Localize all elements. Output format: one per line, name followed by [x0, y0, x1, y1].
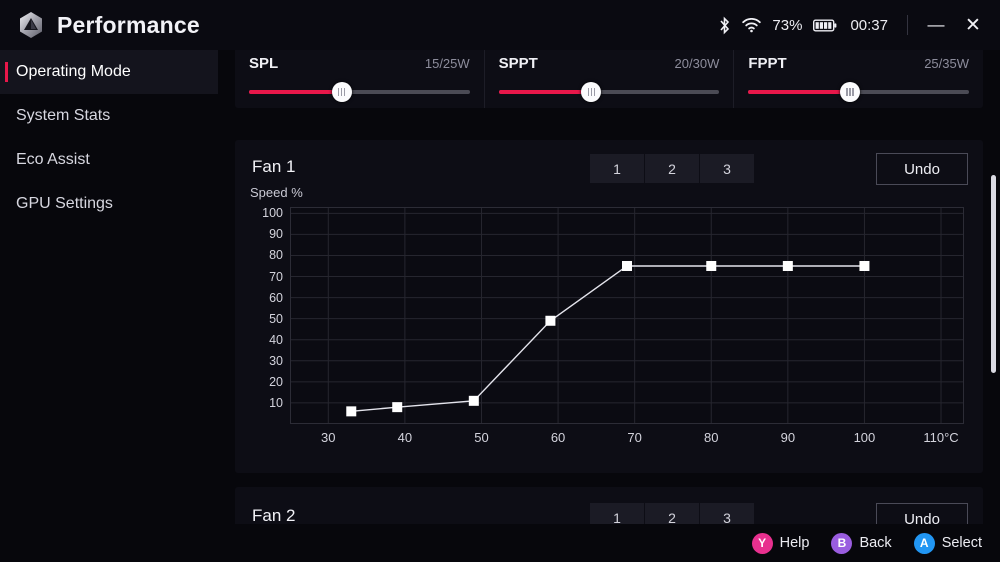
power-slider-spl: SPL 15/25W [235, 50, 484, 108]
power-limit-sliders: SPL 15/25W SPPT 20/30W FPPT 25/35W [235, 50, 983, 108]
fan-curve-svg[interactable] [290, 207, 964, 424]
fan-profile-tab-2[interactable]: 2 [645, 154, 699, 183]
slider-fill [498, 90, 592, 94]
content-scrollbar[interactable] [991, 145, 996, 525]
sppt-slider[interactable] [498, 82, 720, 102]
y-axis-tick-label: 80 [269, 248, 283, 263]
scrollbar-thumb[interactable] [991, 175, 996, 373]
titlebar-divider [907, 15, 908, 35]
slider-thumb[interactable] [331, 82, 352, 102]
x-axis-tick-label: 110°C [923, 430, 959, 445]
gamepad-hint-bar: Y Help B Back A Select [0, 524, 1000, 562]
sidebar-item-system-stats[interactable]: System Stats [0, 94, 218, 138]
button-b-icon: B [831, 532, 853, 554]
fan-curve-chart[interactable]: 10 20 30 40 50 60 70 80 90 100 30 40 50 60 70 80 90 100 11… [262, 206, 964, 445]
slider-thumb[interactable] [839, 82, 860, 102]
page-title: Performance [57, 11, 200, 38]
clock-label: 00:37 [850, 16, 888, 34]
sidebar-item-label: Eco Assist [16, 151, 90, 168]
main-content: SPL 15/25W SPPT 20/30W FPPT 25/35W Fan 1… [218, 50, 1000, 562]
x-axis-tick-label: 60 [550, 430, 566, 445]
power-slider-sppt: SPPT 20/30W [483, 50, 734, 108]
close-button[interactable]: ✕ [960, 12, 986, 38]
x-axis-tick-label: 30 [321, 430, 336, 445]
fan-1-card: Fan 1 1 2 3 Undo Speed % 10 20 30 40 50 60 70 8… [235, 140, 983, 473]
button-a-icon: A [913, 532, 935, 554]
minimize-button[interactable]: — [923, 12, 949, 38]
power-slider-label: SPPT [498, 55, 538, 72]
fan-card-title: Fan 1 [252, 157, 296, 176]
x-axis-tick-label: 50 [474, 430, 489, 445]
sidebar-item-eco-assist[interactable]: Eco Assist [0, 138, 218, 182]
power-slider-value: 15/25W [424, 56, 470, 71]
fan-profile-tab-1[interactable]: 1 [590, 154, 644, 183]
hint-label: Select [941, 535, 982, 551]
power-slider-label: FPPT [748, 55, 787, 72]
fppt-slider[interactable] [748, 82, 970, 102]
x-axis-tick-label: 80 [704, 430, 719, 445]
y-axis-tick-label: 60 [269, 290, 283, 305]
sidebar-item-label: GPU Settings [16, 195, 113, 212]
sidebar-item-label: Operating Mode [16, 63, 131, 80]
undo-button[interactable]: Undo [876, 153, 968, 185]
spl-slider[interactable] [249, 82, 470, 102]
fan-card-title: Fan 2 [252, 506, 296, 525]
x-axis-tick-label: 90 [780, 430, 796, 445]
y-axis-title: Speed % [250, 185, 303, 200]
sidebar-item-operating-mode[interactable]: Operating Mode [0, 50, 218, 94]
hint-label: Back [859, 535, 892, 551]
bluetooth-icon[interactable] [718, 16, 731, 35]
title-bar: Performance 73% 00:37 — ✕ [0, 0, 1000, 50]
power-slider-value: 20/30W [674, 56, 720, 71]
x-axis-tick-label: 40 [397, 430, 413, 445]
system-status-area: 73% 00:37 — ✕ [718, 12, 1000, 38]
hint-select[interactable]: A Select [913, 532, 982, 554]
y-axis-tick-label: 30 [269, 353, 283, 368]
y-axis-tick-label: 70 [269, 269, 283, 284]
y-axis-tick-label: 10 [269, 395, 283, 410]
power-slider-value: 25/35W [924, 56, 970, 71]
armoury-crate-window: Performance 73% 00:37 — ✕ Operating Mode… [0, 0, 1000, 562]
hint-back[interactable]: B Back [831, 532, 892, 554]
slider-thumb[interactable] [581, 82, 602, 102]
fan-profile-tab-3[interactable]: 3 [700, 154, 754, 183]
slider-fill [249, 90, 342, 94]
wifi-icon[interactable] [742, 17, 762, 33]
y-axis-tick-label: 90 [269, 227, 283, 242]
y-axis-tick-label: 100 [262, 206, 283, 221]
x-axis-tick-label: 100 [853, 430, 876, 445]
armoury-hex-logo-icon [13, 7, 49, 43]
battery-percent-label: 73% [772, 16, 803, 34]
x-axis-tick-label: 70 [627, 430, 642, 445]
hint-label: Help [779, 535, 810, 551]
y-axis-tick-label: 50 [269, 311, 283, 326]
sidebar-nav: Operating Mode System Stats Eco Assist G… [0, 50, 218, 562]
slider-fill [748, 90, 850, 94]
fan-card-header: Fan 1 1 2 3 Undo Speed % [235, 140, 983, 200]
sidebar-item-label: System Stats [16, 107, 111, 124]
battery-icon[interactable] [813, 19, 837, 32]
hint-help[interactable]: Y Help [751, 532, 810, 554]
power-slider-label: SPL [249, 55, 279, 72]
sidebar-item-gpu-settings[interactable]: GPU Settings [0, 182, 218, 226]
power-slider-fppt: FPPT 25/35W [733, 50, 983, 108]
y-axis-tick-label: 40 [269, 332, 283, 347]
button-y-icon: Y [751, 532, 773, 554]
y-axis-tick-label: 20 [269, 374, 283, 389]
fan-profile-segmented-control: 1 2 3 [590, 154, 754, 183]
